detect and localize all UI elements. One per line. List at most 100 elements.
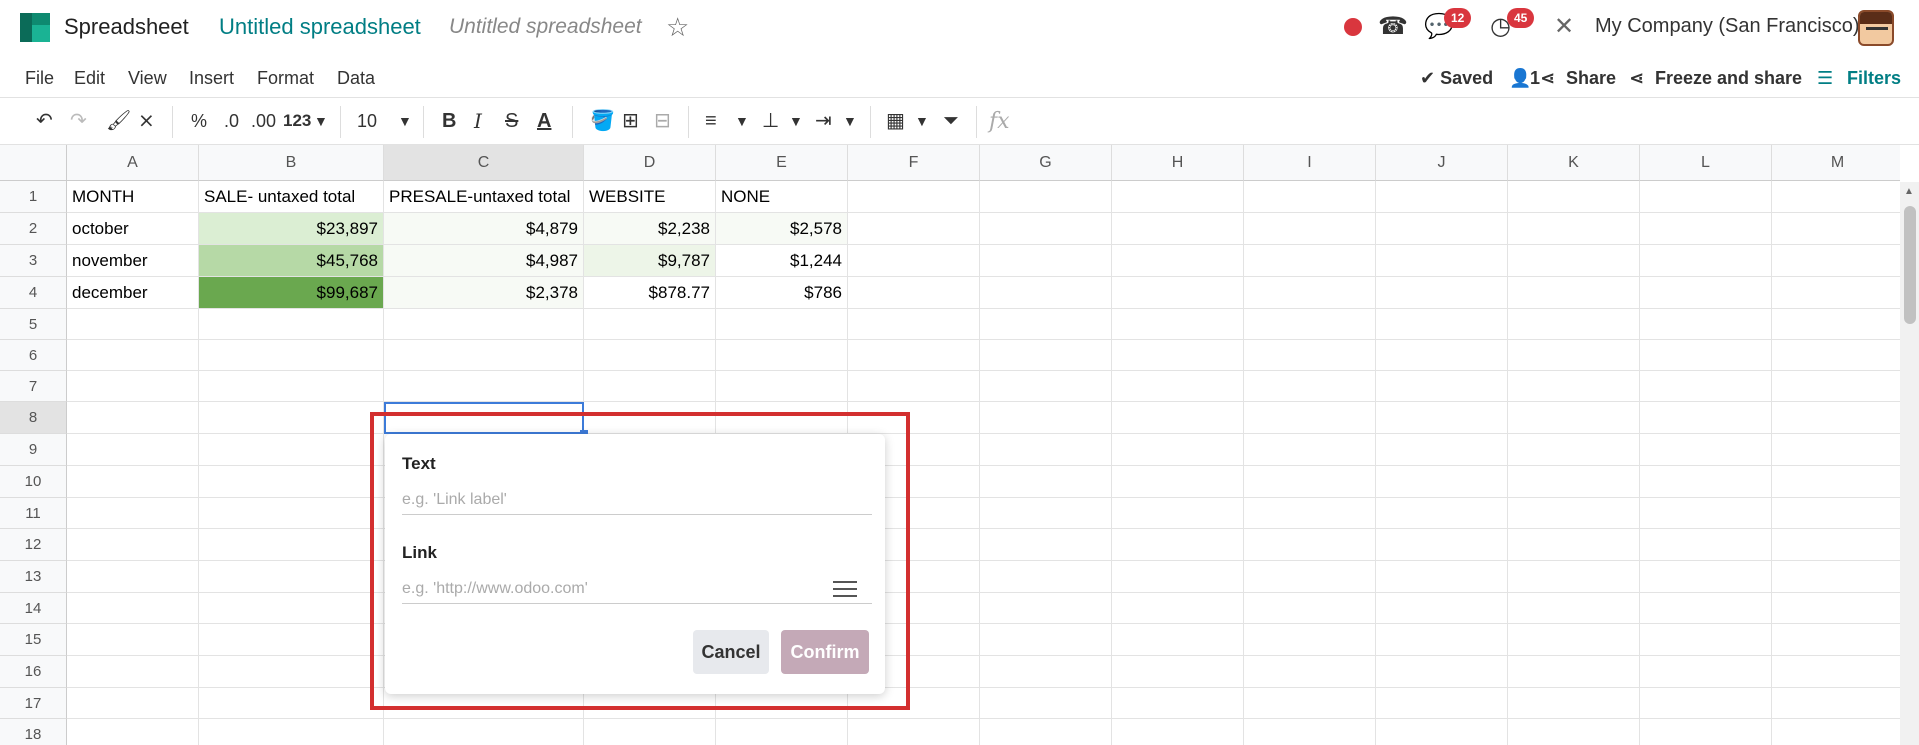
cell-M5[interactable]	[1772, 309, 1900, 340]
column-header-F[interactable]: F	[848, 145, 980, 181]
horizontal-align-chevron-icon[interactable]: ▼	[735, 109, 749, 133]
row-header-12[interactable]: 12	[0, 529, 67, 561]
cell-C5[interactable]	[384, 309, 584, 340]
cell-B18[interactable]	[199, 719, 384, 745]
company-switcher[interactable]: My Company (San Francisco)	[1595, 15, 1860, 38]
cell-D3[interactable]: $9,787	[584, 245, 716, 277]
cell-I4[interactable]	[1244, 277, 1376, 309]
row-header-7[interactable]: 7	[0, 371, 67, 402]
cell-F1[interactable]	[848, 181, 980, 213]
cell-I10[interactable]	[1244, 466, 1376, 498]
cell-L5[interactable]	[1640, 309, 1772, 340]
cell-L7[interactable]	[1640, 371, 1772, 402]
cell-C4[interactable]: $2,378	[384, 277, 584, 309]
paint-format-icon[interactable]: 🖌	[106, 109, 131, 133]
document-title-input[interactable]: Untitled spreadsheet	[449, 15, 642, 39]
cell-D7[interactable]	[584, 371, 716, 402]
row-header-11[interactable]: 11	[0, 498, 67, 529]
cell-A8[interactable]	[67, 402, 199, 434]
column-header-G[interactable]: G	[980, 145, 1112, 181]
cell-M13[interactable]	[1772, 561, 1900, 593]
cell-K3[interactable]	[1508, 245, 1640, 277]
cell-M15[interactable]	[1772, 624, 1900, 656]
cell-G4[interactable]	[980, 277, 1112, 309]
cell-J12[interactable]	[1376, 529, 1508, 561]
cell-M6[interactable]	[1772, 340, 1900, 371]
cell-J11[interactable]	[1376, 498, 1508, 529]
cell-G11[interactable]	[980, 498, 1112, 529]
row-header-3[interactable]: 3	[0, 245, 67, 277]
cell-F4[interactable]	[848, 277, 980, 309]
cell-K13[interactable]	[1508, 561, 1640, 593]
row-header-10[interactable]: 10	[0, 466, 67, 498]
row-header-6[interactable]: 6	[0, 340, 67, 371]
cell-B12[interactable]	[199, 529, 384, 561]
cell-I9[interactable]	[1244, 434, 1376, 466]
cell-D18[interactable]	[584, 719, 716, 745]
font-size-select[interactable]: 10	[357, 109, 377, 133]
cell-I2[interactable]	[1244, 213, 1376, 245]
menu-view[interactable]: View	[128, 68, 167, 89]
cell-I6[interactable]	[1244, 340, 1376, 371]
cell-F5[interactable]	[848, 309, 980, 340]
cell-J15[interactable]	[1376, 624, 1508, 656]
cell-I7[interactable]	[1244, 371, 1376, 402]
scroll-up-arrow-icon[interactable]: ▲	[1904, 186, 1914, 197]
strikethrough-icon[interactable]: S	[505, 109, 518, 133]
cell-K8[interactable]	[1508, 402, 1640, 434]
cell-A17[interactable]	[67, 688, 199, 719]
row-header-16[interactable]: 16	[0, 656, 67, 688]
cell-M10[interactable]	[1772, 466, 1900, 498]
cell-L8[interactable]	[1640, 402, 1772, 434]
cell-H18[interactable]	[1112, 719, 1244, 745]
cell-L4[interactable]	[1640, 277, 1772, 309]
cell-B6[interactable]	[199, 340, 384, 371]
cell-K15[interactable]	[1508, 624, 1640, 656]
cell-L2[interactable]	[1640, 213, 1772, 245]
cell-L3[interactable]	[1640, 245, 1772, 277]
cell-I3[interactable]	[1244, 245, 1376, 277]
cell-J14[interactable]	[1376, 593, 1508, 624]
user-avatar[interactable]	[1858, 10, 1894, 46]
cell-D6[interactable]	[584, 340, 716, 371]
cell-I12[interactable]	[1244, 529, 1376, 561]
cell-E7[interactable]	[716, 371, 848, 402]
column-header-K[interactable]: K	[1508, 145, 1640, 181]
cell-M2[interactable]	[1772, 213, 1900, 245]
row-header-1[interactable]: 1	[0, 181, 67, 213]
favorite-star-icon[interactable]: ☆	[666, 12, 689, 43]
menu-file[interactable]: File	[25, 68, 54, 89]
cell-G3[interactable]	[980, 245, 1112, 277]
cell-K6[interactable]	[1508, 340, 1640, 371]
italic-icon[interactable]: I	[474, 109, 482, 133]
cell-I18[interactable]	[1244, 719, 1376, 745]
row-header-9[interactable]: 9	[0, 434, 67, 466]
cell-B4[interactable]: $99,687	[199, 277, 384, 309]
cell-J9[interactable]	[1376, 434, 1508, 466]
cell-D1[interactable]: WEBSITE	[584, 181, 716, 213]
cell-K1[interactable]	[1508, 181, 1640, 213]
cell-C2[interactable]: $4,879	[384, 213, 584, 245]
format-percent-button[interactable]: %	[191, 109, 207, 133]
cell-D2[interactable]: $2,238	[584, 213, 716, 245]
cell-H3[interactable]	[1112, 245, 1244, 277]
cell-L6[interactable]	[1640, 340, 1772, 371]
bold-icon[interactable]: B	[442, 109, 456, 133]
vertical-align-icon[interactable]: ⊥	[762, 109, 779, 133]
cell-H10[interactable]	[1112, 466, 1244, 498]
cell-H13[interactable]	[1112, 561, 1244, 593]
phone-icon[interactable]: ☎	[1378, 12, 1408, 41]
cell-C7[interactable]	[384, 371, 584, 402]
filter-icon[interactable]: ⏷	[943, 109, 959, 133]
increase-decimal-button[interactable]: .00	[251, 109, 276, 133]
users-count[interactable]: 1	[1530, 68, 1540, 89]
cell-B11[interactable]	[199, 498, 384, 529]
cell-C18[interactable]	[384, 719, 584, 745]
cell-E3[interactable]: $1,244	[716, 245, 848, 277]
cell-K14[interactable]	[1508, 593, 1640, 624]
column-header-A[interactable]: A	[67, 145, 199, 181]
cell-A4[interactable]: december	[67, 277, 199, 309]
settings-tools-icon[interactable]: ✕	[1554, 12, 1574, 41]
cell-K5[interactable]	[1508, 309, 1640, 340]
cell-G16[interactable]	[980, 656, 1112, 688]
